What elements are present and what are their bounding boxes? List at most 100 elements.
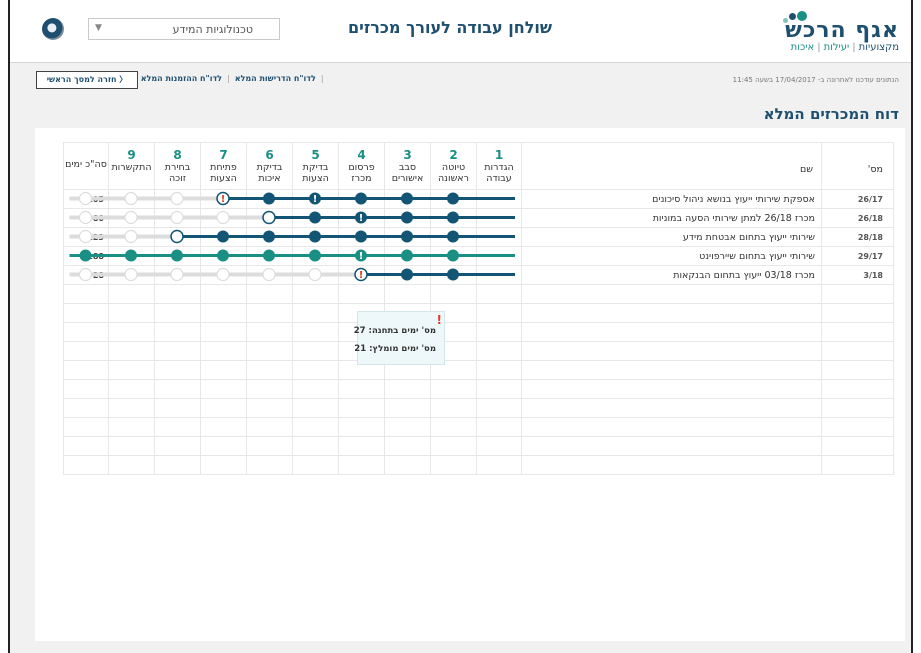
row-number: 28/18	[821, 227, 894, 247]
stage-cell	[246, 189, 293, 209]
stage-header-4: 4 פרסום מכרז	[338, 142, 385, 190]
stage-cell	[430, 227, 477, 247]
stage-cell	[154, 189, 201, 209]
back-to-main-button[interactable]: 〈 חזרה למסך הראשי	[36, 71, 138, 89]
row-name[interactable]: מכרז 26/18 למתן שירותי הסעה במוניות	[521, 208, 822, 228]
stage-cell	[292, 265, 339, 285]
stage-number: 9	[127, 148, 136, 162]
table-row[interactable]: 188 שירותי ייעוץ בתחום שיירפוינט 29/17	[63, 246, 894, 266]
stage-label: בדיקת הצעות	[302, 162, 329, 184]
back-button-label: חזרה למסך הראשי	[46, 75, 117, 84]
row-name[interactable]: שירותי ייעוץ בתחום אבטחת מידע	[521, 227, 822, 247]
stage-cell	[476, 189, 522, 209]
stage-cell	[292, 246, 339, 266]
stage-number: 7	[219, 148, 228, 162]
row-total-days: 105	[63, 189, 109, 209]
stage-number: 6	[265, 148, 274, 162]
stage-cell	[292, 208, 339, 228]
stage-cell	[154, 227, 201, 247]
row-name[interactable]: שירותי ייעוץ בתחום שיירפוינט	[521, 246, 822, 266]
table-header: סה"כ ימים 9 התקשרות 8 בחירת זוכה 7 פתיחת הצעו…	[63, 142, 894, 190]
stage-header-7: 7 פתיחת הצעות	[200, 142, 247, 190]
stage-cell	[338, 189, 385, 209]
report-title: דוח המכרזים המלא	[763, 105, 899, 123]
stage-cell	[384, 246, 431, 266]
stage-cell	[154, 265, 201, 285]
stage-cell	[476, 227, 522, 247]
stage-cell	[384, 265, 431, 285]
logo-tagline: מקצועיות|יעילות|איכות	[790, 42, 899, 53]
last-updated: הנתונים עודכנו לאחרונה ב- 17/04/2017 בשע…	[732, 76, 899, 84]
report-links: |לדו"ח הדרישות המלא|לדו"ח ההזמנות המלא|	[133, 74, 324, 83]
empty-row	[63, 322, 894, 342]
stage-cell	[108, 189, 155, 209]
stage-header-1: 1 הגדרות עבודה	[476, 142, 522, 190]
empty-row	[63, 360, 894, 380]
stage-cell	[154, 246, 201, 266]
stage-cell	[292, 227, 339, 247]
stage-header-6: 6 בדיקת איכות	[246, 142, 293, 190]
stage-cell	[108, 208, 155, 228]
chevron-left-icon: 〈	[116, 75, 128, 84]
stage-cell	[246, 208, 293, 228]
empty-row	[63, 398, 894, 418]
chevron-down-icon: ▼	[95, 23, 102, 33]
row-name[interactable]: מכרז 03/18 ייעוץ בתחום הבנקאות	[521, 265, 822, 285]
row-name[interactable]: אספקת שירותי ייעוץ בנושא ניהול סיכונים	[521, 189, 822, 209]
table-row[interactable]: 80 מכרז 26/18 למתן שירותי הסעה במוניות 26/…	[63, 208, 894, 228]
row-total-days: 80	[63, 208, 109, 228]
empty-row	[63, 284, 894, 304]
table-row[interactable]: 28 מכרז 03/18 ייעוץ בתחום הבנקאות 3/18	[63, 265, 894, 285]
tooltip-days-in-stage: מס' ימים בתחנה: 27	[353, 326, 436, 336]
stage-cell	[430, 208, 477, 228]
stage-cell	[200, 246, 247, 266]
alert-icon: !	[436, 313, 442, 327]
stage-label: בדיקת איכות	[256, 162, 283, 184]
stage-header-2: 2 טיוטה ראשונה	[430, 142, 477, 190]
stage-cell	[200, 265, 247, 285]
empty-row	[63, 379, 894, 399]
stage-number: 1	[494, 148, 504, 162]
stage-label: הגדרות עבודה	[484, 162, 514, 184]
row-total-days: 28	[63, 265, 109, 285]
stage-cell	[338, 246, 385, 266]
stage-header-9: 9 התקשרות	[108, 142, 155, 190]
link-requirements[interactable]: לדו"ח הדרישות המלא	[235, 74, 316, 83]
stage-cell	[200, 227, 247, 247]
stage-number: 5	[311, 148, 320, 162]
tenders-table: סה"כ ימים 9 התקשרות 8 בחירת זוכה 7 פתיחת הצעו…	[63, 142, 894, 475]
department-select[interactable]: טכנולוגיות המידע ▼	[88, 18, 280, 40]
stage-header-3: 3 סבב אישורים	[384, 142, 431, 190]
stage-cell	[430, 189, 477, 209]
row-number: 26/17	[821, 189, 894, 209]
tooltip-recommended-days: מס' ימים מומלץ: 21	[354, 344, 436, 354]
stage-header-5: 5 בדיקת הצעות	[292, 142, 339, 190]
table-row[interactable]: 123 שירותי ייעוץ בתחום אבטחת מידע 28/18	[63, 227, 894, 247]
stage-header-8: 8 בחירת זוכה	[154, 142, 201, 190]
stage-tooltip: ! מס' ימים בתחנה: 27 מס' ימים מומלץ: 21	[353, 311, 445, 365]
department-select-value: טכנולוגיות המידע	[172, 23, 253, 36]
col-number: מס'	[821, 142, 894, 190]
app-title: שולחן עבודה לעורך מכרזים	[347, 18, 553, 37]
report-panel: סה"כ ימים 9 התקשרות 8 בחירת זוכה 7 פתיחת הצעו…	[35, 128, 905, 641]
stage-number: 3	[403, 148, 412, 162]
link-orders[interactable]: לדו"ח ההזמנות המלא	[141, 74, 222, 83]
stage-cell	[292, 189, 339, 209]
empty-row	[63, 436, 894, 456]
row-total-days: 123	[63, 227, 109, 247]
stage-cell	[384, 208, 431, 228]
table-row[interactable]: 105 אספקת שירותי ייעוץ בנושא ניהול סיכוני…	[63, 189, 894, 209]
stage-cell	[200, 208, 247, 228]
stage-cell	[246, 265, 293, 285]
tagline-1: מקצועיות	[858, 42, 899, 53]
col-name: שם	[521, 142, 822, 190]
empty-row	[63, 417, 894, 437]
stage-label: טיוטה ראשונה	[437, 162, 470, 184]
logo: אגף הרכש מקצועיות|יעילות|איכות	[749, 8, 899, 56]
stage-cell	[338, 208, 385, 228]
stage-cell	[108, 227, 155, 247]
stage-cell	[476, 265, 522, 285]
col-total: סה"כ ימים	[63, 142, 109, 190]
stage-number: 4	[357, 148, 366, 162]
stage-label: סבב אישורים	[391, 162, 424, 184]
